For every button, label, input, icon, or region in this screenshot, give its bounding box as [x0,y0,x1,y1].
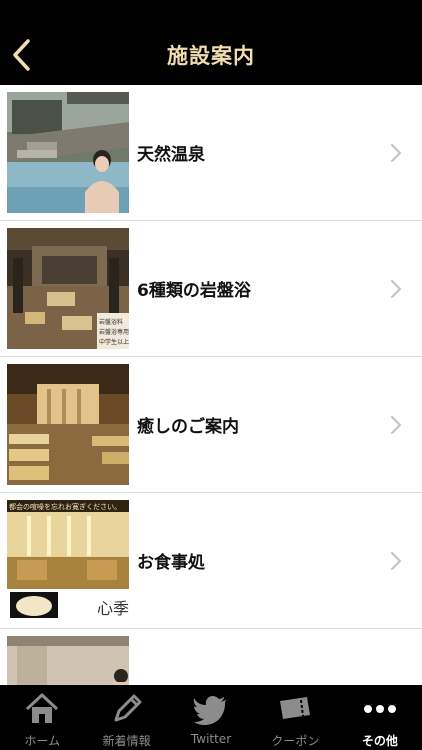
chevron-right-icon [390,551,402,571]
tab-bar: ホーム 新着情報 Twitter クーポン その他 [0,685,422,750]
home-icon [26,693,59,723]
hot-spring-photo [7,92,129,213]
list-item-relaxation[interactable]: 癒しのご案内 [0,357,422,493]
list-item-label: 6種類の岩盤浴 [137,281,251,301]
stone-sauna-photo: 岩盤浴料 岩盤浴専用 中学生以上 [7,228,129,349]
sign-line-3: 中学生以上 [99,338,129,346]
list-item-label: 癒しのご案内 [137,417,239,437]
list-item-dining[interactable]: 都会の喧噪を忘れお寛ぎください。 心季 お食事処 [0,493,422,629]
more-dots-icon [363,705,396,713]
tab-news[interactable]: 新着情報 [84,685,168,750]
tab-label: その他 [361,734,398,748]
dining-photo: 都会の喧噪を忘れお寛ぎください。 心季 [7,500,129,621]
relaxation-lounge-photo [7,364,129,485]
tab-label: Twitter [190,732,232,746]
partial-photo [7,636,129,685]
list-item-stone-sauna[interactable]: 岩盤浴料 岩盤浴専用 中学生以上 6種類の岩盤浴 [0,221,422,357]
tab-more[interactable]: その他 [338,685,422,750]
navigation-bar: 施設案内 [0,0,422,85]
tab-label: クーポン [271,734,320,748]
page-title: 施設案内 [167,44,255,68]
chevron-right-icon [390,279,402,299]
list-item-label: お食事処 [137,553,205,573]
tab-twitter[interactable]: Twitter [169,685,253,750]
sign-line-2: 岩盤浴専用 [99,328,129,336]
tab-coupon[interactable]: クーポン [253,685,337,750]
banner-text: 都会の喧噪を忘れお寛ぎください。 [9,502,121,511]
list-item-label: 天然温泉 [137,145,205,165]
chevron-right-icon [390,415,402,435]
tab-label: 新着情報 [102,734,151,748]
tab-label: ホーム [24,734,61,748]
pencil-icon [114,694,142,722]
twitter-bird-icon [193,696,227,725]
tab-home[interactable]: ホーム [0,685,84,750]
list-item-partial[interactable] [0,629,422,685]
ticket-icon [280,697,311,719]
list-item-hot-spring[interactable]: 天然温泉 [0,85,422,221]
sign-line-1: 岩盤浴料 [99,318,123,326]
calligraphy-text: 心季 [97,599,129,618]
facility-list: 天然温泉 岩盤浴料 岩盤浴専用 中学生以上 6種類の岩盤浴 癒しのご案内 都会の… [0,85,422,685]
chevron-right-icon [390,143,402,163]
